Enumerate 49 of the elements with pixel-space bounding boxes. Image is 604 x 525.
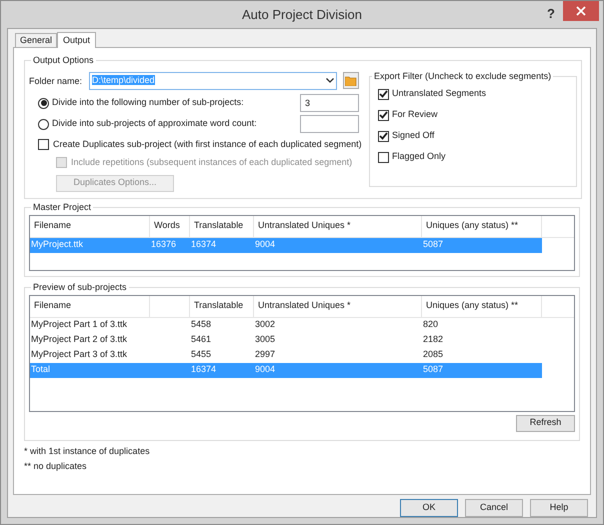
folder-icon	[345, 76, 358, 86]
dialog-button[interactable]: Help	[530, 499, 588, 517]
chevron-icon	[326, 78, 334, 83]
tab[interactable]: Output	[57, 32, 96, 48]
dialog-button[interactable]: Cancel	[465, 499, 523, 517]
checkbox-label: Signed Off	[392, 129, 434, 142]
column-header[interactable]: Translatable	[190, 296, 254, 316]
checkbox-label: Untranslated Segments	[392, 87, 486, 100]
browse-button[interactable]	[343, 72, 359, 89]
footnote: * with 1st instance of duplicates	[24, 445, 151, 458]
checkbox-label: Include repetitions (subsequent instances of each duplicated segment)	[71, 156, 352, 169]
close-icon	[576, 6, 586, 16]
column-header[interactable]: Uniques (any status) **	[422, 296, 542, 316]
option-label: Divide into sub-projects of approximate word count:	[52, 117, 258, 130]
window-title: Auto Project Division	[242, 6, 362, 24]
tab[interactable]: General	[15, 33, 58, 47]
checkbox-label: Flagged Only	[392, 150, 446, 164]
refresh-button[interactable]: Refresh	[516, 414, 575, 432]
option-label: Divide into the following number of sub-projects:	[52, 96, 245, 110]
dialog-button[interactable]: OK	[400, 499, 458, 517]
checkbox-label: Create Duplicates sub-project (with first instance of each duplicated segment)	[53, 138, 362, 151]
column-header[interactable]: Filename	[30, 296, 150, 316]
column-header[interactable]: Uniques (any status) **	[422, 216, 542, 236]
checkbox-label: For Review	[392, 108, 438, 122]
column-header[interactable]: Translatable	[190, 216, 254, 236]
number-field[interactable]	[300, 115, 359, 133]
column-header[interactable]: Untranslated Uniques *	[254, 216, 422, 236]
column-header[interactable]: Words	[150, 216, 190, 236]
group-title: Master Project	[32, 201, 92, 214]
table-row[interactable]: MyProject Part 1 of 3.ttk 5458 3002 820	[30, 318, 542, 332]
checkbox[interactable]	[38, 139, 49, 150]
field-label: Folder name:	[29, 74, 81, 86]
close-button[interactable]	[563, 1, 599, 21]
checkbox[interactable]	[378, 130, 389, 142]
column-header[interactable]: Untranslated Uniques *	[254, 296, 422, 316]
footnote: ** no duplicates	[24, 460, 88, 473]
table-row[interactable]: MyProject Part 3 of 3.ttk 5455 2997 2085	[30, 348, 542, 362]
group-title: Output Options	[32, 54, 95, 67]
radio-button[interactable]	[38, 98, 49, 108]
checkbox[interactable]	[378, 88, 389, 100]
table-row[interactable]: MyProject Part 2 of 3.ttk 5461 3005 2182	[30, 332, 542, 348]
group-title: Export Filter (Uncheck to exclude segments)	[373, 70, 552, 83]
group-title: Preview of sub-projects	[32, 281, 128, 294]
checkbox[interactable]	[378, 110, 389, 120]
checkbox[interactable]	[378, 152, 389, 162]
help-button[interactable]: ?	[547, 4, 555, 24]
column-header[interactable]: Filename	[30, 216, 150, 236]
radio-button[interactable]	[38, 118, 49, 130]
number-field[interactable]: 3	[300, 94, 359, 112]
